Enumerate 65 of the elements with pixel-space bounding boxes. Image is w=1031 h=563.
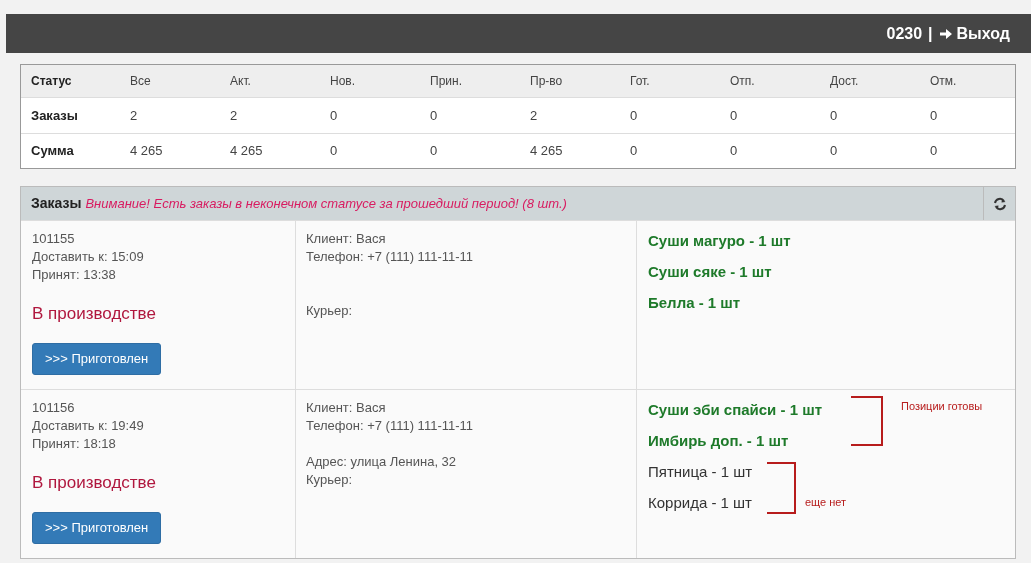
- warning-text: Внимание! Есть заказы в неконечном статусе за прошедший период! (8 шт.): [85, 195, 567, 213]
- order-number: 101155: [32, 230, 76, 248]
- table-cell-text: 0: [629, 106, 639, 125]
- courier-label: Курьер:: [306, 302, 353, 320]
- panel-title: Заказы: [31, 194, 82, 213]
- refresh-icon: [992, 196, 1007, 211]
- order-item: Имбирь доп. - 1 шт: [648, 431, 789, 451]
- table-cell-text: 2: [529, 106, 539, 125]
- table-cell-text: 2: [229, 106, 239, 125]
- client-name: Клиент: Вася: [306, 230, 387, 248]
- table-cell-text: Сумма: [30, 142, 75, 161]
- column-header: Прин.: [429, 73, 463, 90]
- column-header: Акт.: [229, 73, 252, 90]
- separator: |: [928, 23, 933, 44]
- table-cell-text: 0: [429, 106, 439, 125]
- delivery-time: Доставить к: 15:09: [32, 248, 145, 266]
- table-cell-text: 0: [929, 142, 939, 161]
- accepted-time: Принят: 18:18: [32, 435, 117, 453]
- ready-button[interactable]: >>> Приготовлен: [32, 343, 162, 375]
- table-cell-text: Заказы: [30, 106, 79, 125]
- annotation-note: еще нет: [805, 495, 847, 510]
- order-number: 101156: [32, 399, 76, 417]
- table-cell-text: 0: [329, 106, 339, 125]
- column-header: Отм.: [929, 73, 958, 90]
- column-header: Нов.: [329, 73, 357, 90]
- logout-link[interactable]: Выход: [938, 21, 1010, 46]
- table-cell-text: 0: [929, 106, 939, 125]
- accepted-time: Принят: 13:38: [32, 266, 117, 284]
- table-cell-text: 4 265: [529, 142, 564, 161]
- table-cell-text: 4 265: [229, 142, 264, 161]
- order-item: Коррида - 1 шт: [648, 493, 752, 513]
- ready-button[interactable]: >>> Приготовлен: [32, 512, 162, 544]
- order-item: Суши сяке - 1 шт: [648, 262, 772, 282]
- table-cell-text: 0: [829, 142, 839, 161]
- column-header: Отп.: [729, 73, 756, 90]
- user-code: 0230: [886, 23, 923, 44]
- client-phone: Телефон: +7 (111) 111-11-11: [306, 417, 475, 435]
- column-header: Пр-во: [529, 73, 564, 90]
- arrow-right-icon: [938, 26, 953, 41]
- table-cell-text: 0: [329, 142, 339, 161]
- column-header: Статус: [30, 73, 73, 90]
- order-item: Суши эби спайси - 1 шт: [648, 400, 823, 420]
- table-cell-text: 4 265: [129, 142, 164, 161]
- annotation-note: Позиции готовы: [901, 399, 983, 414]
- order-item: Суши магуро - 1 шт: [648, 231, 791, 251]
- table-cell-text: 0: [629, 142, 639, 161]
- delivery-address: Адрес: улица Ленина, 32: [306, 453, 458, 471]
- order-item: Пятница - 1 шт: [648, 462, 753, 482]
- delivery-time: Доставить к: 19:49: [32, 417, 145, 435]
- courier-label: Курьер:: [306, 471, 353, 489]
- client-name: Клиент: Вася: [306, 399, 387, 417]
- column-header: Дост.: [829, 73, 860, 90]
- table-cell-text: 0: [729, 142, 739, 161]
- table-cell-text: 2: [129, 106, 139, 125]
- column-header: Все: [129, 73, 152, 90]
- column-header: Гот.: [629, 73, 651, 90]
- bracket-mark: [849, 396, 885, 446]
- order-status: В производстве: [32, 472, 157, 494]
- table-cell-text: 0: [729, 106, 739, 125]
- table-cell-text: 0: [829, 106, 839, 125]
- table-cell-text: 0: [429, 142, 439, 161]
- bracket-mark: [765, 462, 797, 514]
- client-phone: Телефон: +7 (111) 111-11-11: [306, 248, 475, 266]
- order-item: Белла - 1 шт: [648, 293, 741, 313]
- order-status: В производстве: [32, 303, 157, 325]
